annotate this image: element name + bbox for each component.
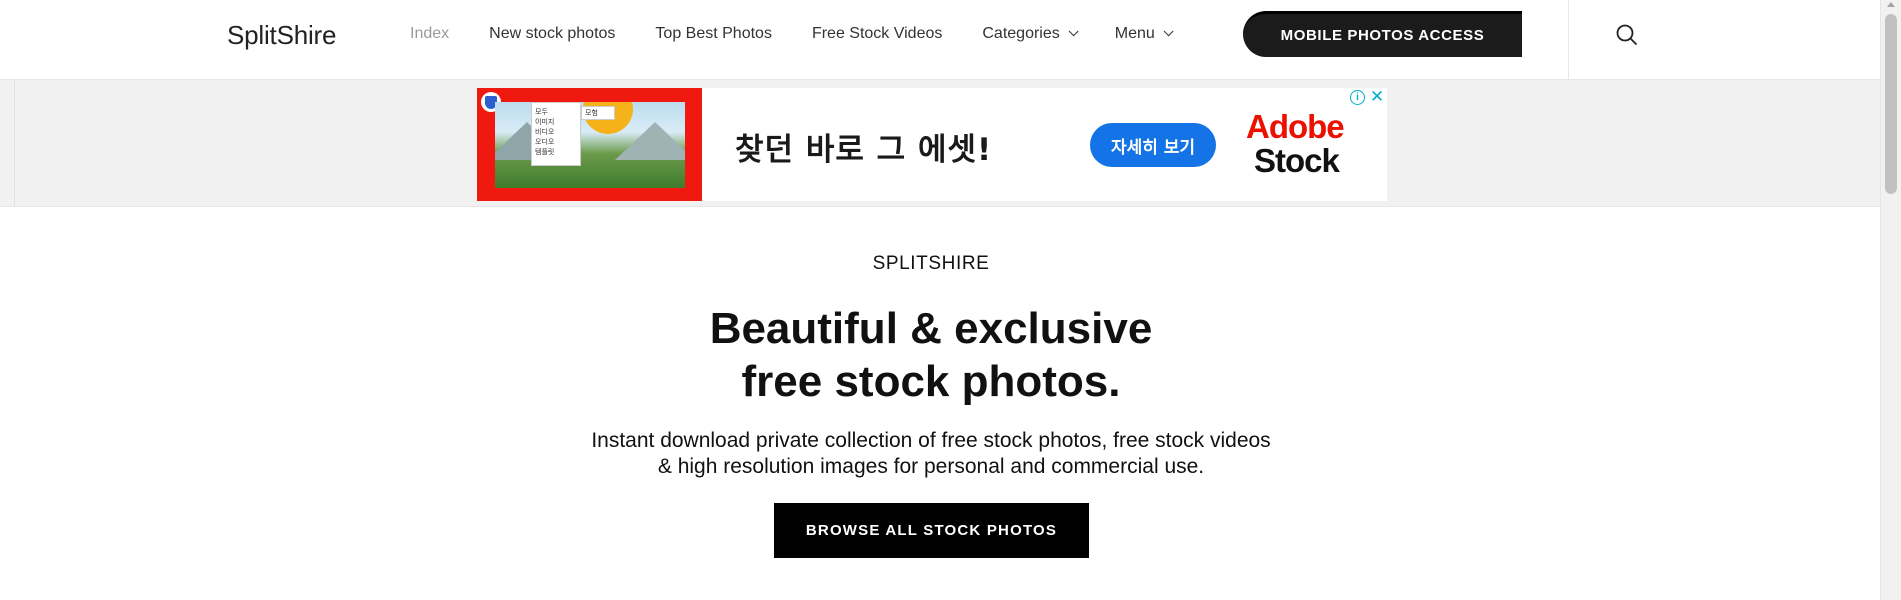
- hero-title-line: free stock photos.: [741, 357, 1121, 406]
- nav-item-label: Index: [410, 24, 450, 42]
- adobe-stock-ad[interactable]: 모두 이미지 비디오 오디오 템플릿 모험 찾던 바로 그 에셋! 자세히 보기…: [477, 88, 1387, 201]
- nav-item-menu[interactable]: Menu: [1114, 24, 1174, 43]
- chevron-down-icon: [1163, 26, 1174, 37]
- ad-image: 모두 이미지 비디오 오디오 템플릿 모험: [477, 88, 702, 201]
- divider: [14, 80, 15, 207]
- nav-item-index[interactable]: Index: [410, 25, 449, 43]
- mountain-shape: [615, 122, 685, 160]
- search-button[interactable]: [1614, 22, 1640, 48]
- brand-line: Stock: [1254, 142, 1340, 179]
- ad-filter-panel: 모두 이미지 비디오 오디오 템플릿: [531, 102, 581, 166]
- site-logo[interactable]: SplitShire: [227, 20, 336, 51]
- hero-subtitle-line: Instant download private collection of f…: [591, 429, 1271, 452]
- nav-item-label: Free Stock Videos: [811, 24, 943, 42]
- hero-title: Beautiful & exclusive free stock photos.: [0, 302, 1862, 408]
- scrollbar-thumb[interactable]: [1885, 14, 1897, 194]
- close-icon[interactable]: ✕: [1369, 88, 1385, 105]
- nav-item-free-stock-videos[interactable]: Free Stock Videos: [812, 25, 942, 43]
- info-icon[interactable]: i: [1350, 90, 1365, 105]
- mobile-photos-access-button[interactable]: MOBILE PHOTOS ACCESS: [1243, 11, 1522, 57]
- nav-item-label: Top Best Photos: [655, 24, 772, 42]
- main-nav: Index New stock photos Top Best Photos F…: [410, 0, 1210, 67]
- nav-item-label: New stock photos: [489, 24, 616, 42]
- adobe-stock-logo: Adobe Stock: [1246, 110, 1361, 178]
- nav-item-categories[interactable]: Categories: [982, 24, 1079, 43]
- ad-panel-item: 비디오: [535, 128, 555, 136]
- scrollbar[interactable]: [1880, 0, 1901, 600]
- hero-eyebrow: SPLITSHIRE: [872, 253, 990, 274]
- ad-headline: 찾던 바로 그 에셋!: [735, 132, 993, 168]
- chevron-down-icon: [1068, 26, 1079, 37]
- hero-subtitle: Instant download private collection of f…: [0, 428, 1862, 480]
- scroll-up-arrow-icon[interactable]: [1887, 2, 1895, 7]
- header-divider: [1568, 0, 1569, 80]
- browse-all-stock-photos-button[interactable]: BROWSE ALL STOCK PHOTOS: [774, 503, 1089, 558]
- ad-learn-more-button[interactable]: 자세히 보기: [1090, 123, 1216, 167]
- nav-item-label: Categories: [982, 24, 1060, 42]
- nav-item-new-stock-photos[interactable]: New stock photos: [489, 25, 615, 43]
- ad-panel-item: 오디오: [535, 138, 555, 146]
- nav-item-top-best-photos[interactable]: Top Best Photos: [655, 25, 772, 43]
- ad-strip: 모두 이미지 비디오 오디오 템플릿 모험 찾던 바로 그 에셋! 자세히 보기…: [0, 80, 1880, 207]
- search-icon: [1616, 24, 1637, 45]
- hero-subtitle-line: & high resolution images for personal an…: [657, 455, 1205, 478]
- ad-panel-item: 모두: [535, 108, 548, 116]
- hero-title-line: Beautiful & exclusive: [709, 304, 1153, 353]
- ad-search-bar: 모험: [581, 106, 615, 120]
- ad-panel-item: 이미지: [535, 118, 555, 126]
- brand-line: Adobe: [1246, 108, 1345, 145]
- site-header: SplitShire Index New stock photos Top Be…: [0, 0, 1880, 80]
- nav-item-label: Menu: [1114, 24, 1155, 42]
- ad-panel-item: 템플릿: [535, 148, 555, 156]
